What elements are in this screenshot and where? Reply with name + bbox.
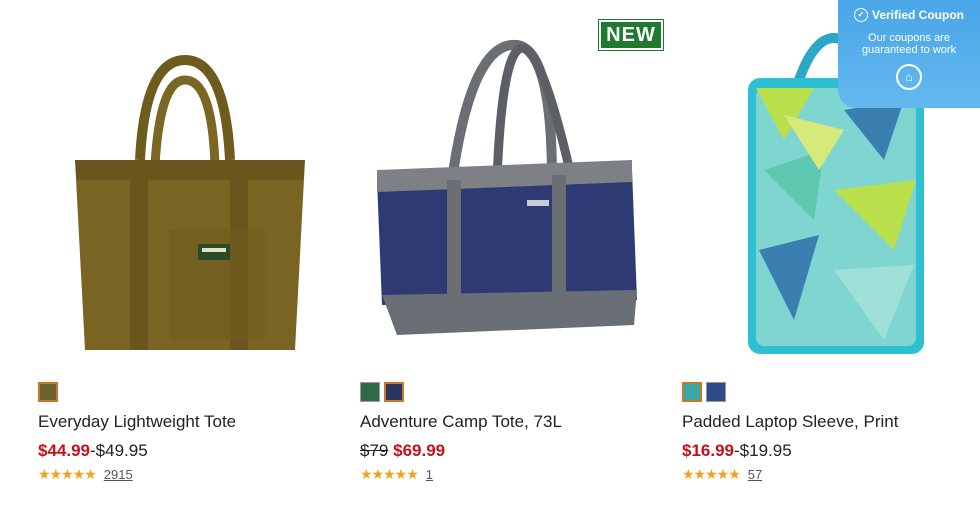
price-range-end: -$49.95 xyxy=(90,441,148,460)
product-price: $16.99-$19.95 xyxy=(682,441,792,461)
product-card[interactable]: Everyday Lightweight Tote $44.99-$49.95 … xyxy=(0,0,322,526)
color-swatches xyxy=(38,382,58,402)
check-circle-icon: ✓ xyxy=(853,8,868,22)
color-swatch-navy[interactable] xyxy=(384,382,404,402)
color-swatch-teal-print[interactable] xyxy=(682,382,702,402)
color-swatch-blue-print[interactable] xyxy=(706,382,726,402)
product-name[interactable]: Everyday Lightweight Tote xyxy=(38,412,236,432)
product-price: $79 $69.99 xyxy=(360,441,445,461)
color-swatch-olive[interactable] xyxy=(38,382,58,402)
product-image[interactable] xyxy=(322,20,644,360)
product-rating[interactable]: ★★★★★ 2915 xyxy=(38,466,133,483)
star-rating-icon: ★★★★★ xyxy=(38,466,97,482)
product-card[interactable]: NEW Adventure Camp Tote, 73L $79 $69.99 … xyxy=(322,0,664,526)
star-rating-icon: ★★★★★ xyxy=(360,466,419,482)
product-rating[interactable]: ★★★★★ 1 xyxy=(360,466,433,483)
graduation-cap-icon: ⌂ xyxy=(896,64,922,90)
color-swatches xyxy=(682,382,726,402)
original-price: $79 xyxy=(360,441,389,460)
star-rating-icon: ★★★★★ xyxy=(682,466,741,482)
sale-price: $69.99 xyxy=(393,441,446,460)
sale-price: $16.99 xyxy=(682,441,734,460)
coupon-subtitle: Our coupons are guaranteed to work xyxy=(861,32,957,56)
product-name[interactable]: Padded Laptop Sleeve, Print xyxy=(682,412,898,432)
price-range-end: -$19.95 xyxy=(734,441,792,460)
color-swatches xyxy=(360,382,404,402)
product-image[interactable] xyxy=(0,20,322,360)
product-rating[interactable]: ★★★★★ 57 xyxy=(682,466,762,483)
product-price: $44.99-$49.95 xyxy=(38,441,148,461)
verified-coupon-badge[interactable]: ✓ Verified Coupon Our coupons are guaran… xyxy=(838,0,980,108)
color-swatch-green[interactable] xyxy=(360,382,380,402)
review-count-link[interactable]: 57 xyxy=(748,467,762,482)
product-grid: Everyday Lightweight Tote $44.99-$49.95 … xyxy=(0,0,980,526)
product-name[interactable]: Adventure Camp Tote, 73L xyxy=(360,412,562,432)
review-count-link[interactable]: 2915 xyxy=(104,467,133,482)
coupon-title: ✓ Verified Coupon xyxy=(846,8,972,22)
review-count-link[interactable]: 1 xyxy=(426,467,433,482)
sale-price: $44.99 xyxy=(38,441,90,460)
